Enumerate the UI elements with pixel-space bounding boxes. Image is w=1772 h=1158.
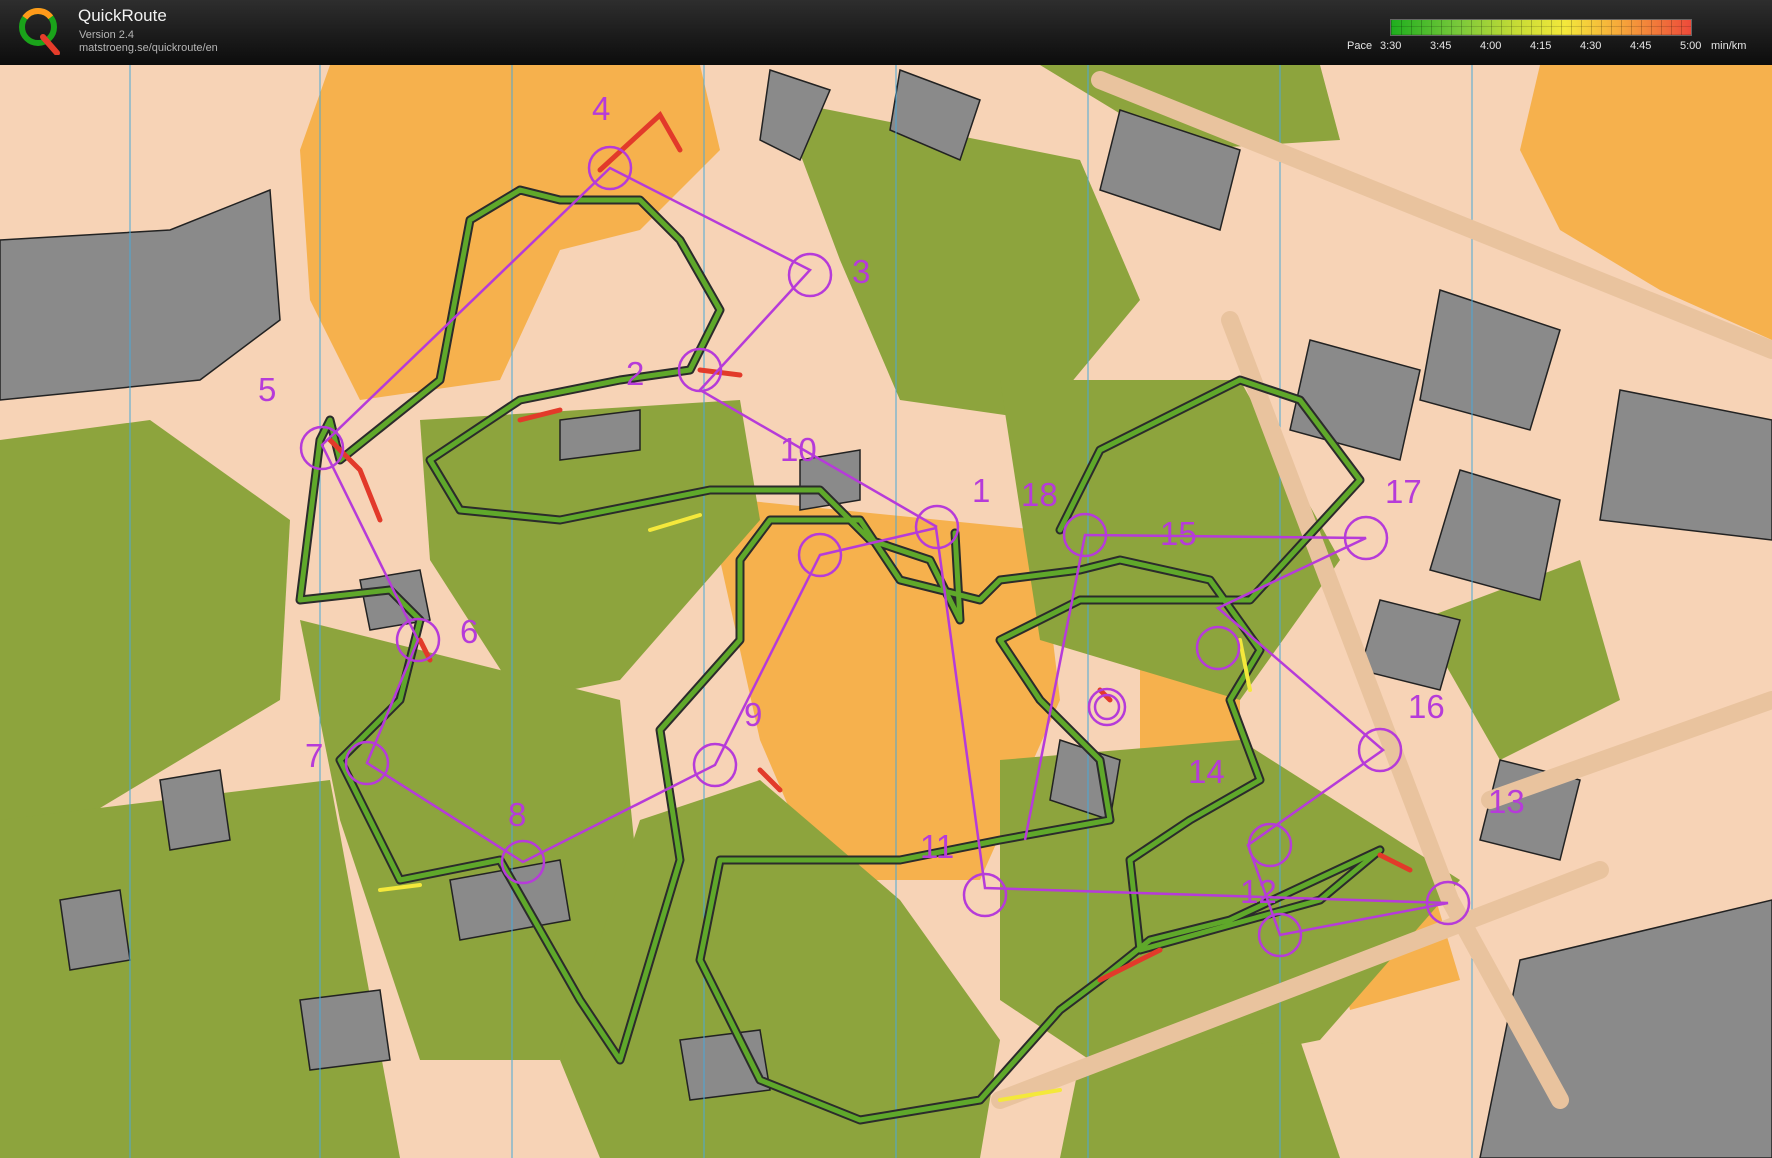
- control-number: 13: [1488, 783, 1525, 820]
- control-number: 2: [626, 355, 645, 392]
- control-number: 17: [1385, 473, 1422, 510]
- pace-tick: 5:00: [1680, 40, 1702, 52]
- control-number: 3: [852, 253, 871, 290]
- control-number: 1: [972, 472, 991, 509]
- quickroute-logo-icon: [19, 8, 60, 55]
- building: [59, 889, 131, 971]
- pace-tick: 4:45: [1630, 40, 1652, 52]
- control-number: 6: [460, 613, 479, 650]
- app-version: Version 2.4: [79, 29, 135, 41]
- building: [159, 769, 231, 851]
- app-header: QuickRoute Version 2.4 matstroeng.se/qui…: [0, 0, 1772, 65]
- pace-tick: 4:00: [1480, 40, 1502, 52]
- control-number: 12: [1240, 873, 1277, 910]
- pace-unit: min/km: [1711, 40, 1747, 52]
- pace-tick: 4:15: [1530, 40, 1552, 52]
- control-number: 9: [744, 696, 763, 733]
- control-number: 15: [1160, 515, 1197, 552]
- map-canvas: [0, 65, 1772, 1158]
- pace-tick: 3:45: [1430, 40, 1452, 52]
- control-number: 14: [1188, 753, 1225, 790]
- pace-tick: 3:30: [1380, 40, 1402, 52]
- pace-color-scale: [1390, 19, 1692, 36]
- pace-tick: 4:30: [1580, 40, 1602, 52]
- control-number: 4: [592, 90, 611, 127]
- control-number: 8: [508, 796, 527, 833]
- control-number: 7: [305, 737, 324, 774]
- orienteering-map[interactable]: 1 2 3 4 5 6 7 8 9 10 11 12 13 14 15 16 1…: [0, 65, 1772, 1158]
- app-url: matstroeng.se/quickroute/en: [79, 42, 218, 54]
- app-title: QuickRoute: [78, 6, 167, 25]
- pace-legend-label: Pace: [1347, 40, 1373, 52]
- control-number: 16: [1408, 688, 1445, 725]
- building: [299, 989, 391, 1071]
- control-number: 10: [780, 431, 817, 468]
- control-number: 18: [1021, 476, 1058, 513]
- control-number: 5: [258, 371, 277, 408]
- control-number: 11: [920, 828, 955, 865]
